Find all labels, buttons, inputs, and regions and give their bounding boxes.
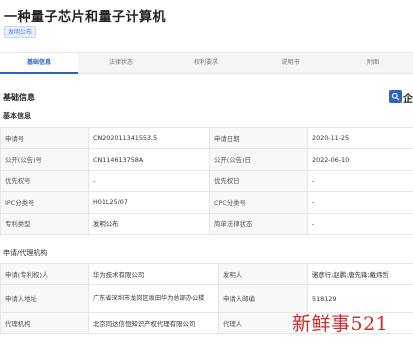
agency-link[interactable]: 北京同达信恒知识产权代理有限公司 bbox=[88, 312, 219, 334]
section-title-applicant: 申请/代理机构 bbox=[3, 249, 48, 257]
field-value: 2022-06-10 bbox=[307, 148, 413, 171]
applicant-link[interactable]: 华为技术有限公司 bbox=[88, 263, 219, 285]
field-label: 公开(公告)日 bbox=[209, 148, 308, 171]
status-badge: 发明公布 bbox=[4, 26, 37, 38]
watermark: 新鲜事521 bbox=[292, 305, 413, 339]
field-value: - bbox=[307, 169, 413, 193]
table-row: IPC分类号 H01L25/07 CPC分类号 - bbox=[0, 191, 413, 214]
field-label: 简单法律状态 bbox=[209, 212, 308, 235]
field-label: 申请日期 bbox=[209, 126, 308, 150]
tab-description[interactable]: 说明书 bbox=[248, 53, 333, 73]
field-value: 广东省深圳市龙岗区坂田华为总部办公楼 bbox=[88, 284, 219, 313]
field-value: H01L25/07 bbox=[88, 191, 210, 214]
field-label: 申请号 bbox=[0, 126, 89, 150]
watermark-text: 新鲜事521 bbox=[292, 312, 389, 335]
field-label: CPC分类号 bbox=[209, 191, 308, 214]
table-row: 优先权号 - 优先权日 - bbox=[0, 169, 413, 193]
tab-bar: 基础信息 法律状态 权利要求 说明书 附图 bbox=[0, 52, 413, 74]
table-row: 公开(公告)号 CN114613758A 公开(公告)日 2022-06-10 bbox=[0, 148, 413, 171]
field-value: CN114613758A bbox=[88, 148, 210, 171]
field-label: 申请人地址 bbox=[0, 284, 89, 313]
section-title-basic: 基础信息 bbox=[3, 93, 35, 102]
page-title: 一种量子芯片和量子计算机 bbox=[4, 10, 167, 25]
field-value: 2020-11-25 bbox=[307, 126, 413, 150]
field-label: 优先权日 bbox=[209, 169, 308, 193]
tab-claims[interactable]: 权利要求 bbox=[164, 53, 248, 73]
basic-info-table: 申请号 CN202011341553.5 申请日期 2020-11-25 公开(… bbox=[0, 126, 413, 235]
field-label: IPC分类号 bbox=[0, 191, 89, 214]
search-icon bbox=[391, 92, 400, 101]
field-label: 代理机构 bbox=[0, 312, 89, 334]
field-label: 优先权号 bbox=[0, 169, 89, 193]
field-value: - bbox=[307, 212, 413, 235]
field-value: 发明公布 bbox=[88, 212, 210, 235]
company-label[interactable]: 企 bbox=[403, 90, 413, 105]
field-value: - bbox=[307, 191, 413, 214]
field-value: 骆彦行;赵鹏;唐先锋;戴炜哲 bbox=[307, 263, 413, 285]
field-label: 公开(公告)号 bbox=[0, 148, 89, 171]
table-row: 申请(专利权)人 华为技术有限公司 发明人 骆彦行;赵鹏;唐先锋;戴炜哲 bbox=[0, 263, 413, 285]
tab-basic-info[interactable]: 基础信息 bbox=[0, 53, 78, 74]
tab-legal-status[interactable]: 法律状态 bbox=[78, 53, 164, 73]
field-value: - bbox=[88, 169, 210, 193]
field-label: 专利类型 bbox=[0, 212, 89, 235]
field-value: CN202011341553.5 bbox=[88, 126, 210, 150]
company-icon[interactable] bbox=[389, 90, 402, 103]
table-row: 申请号 CN202011341553.5 申请日期 2020-11-25 bbox=[0, 126, 413, 150]
tab-drawings[interactable]: 附图 bbox=[333, 53, 413, 73]
field-label: 申请(专利权)人 bbox=[0, 263, 89, 285]
field-label: 发明人 bbox=[218, 263, 308, 285]
table-row: 专利类型 发明公布 简单法律状态 - bbox=[0, 212, 413, 235]
section-title-base: 基本信息 bbox=[3, 112, 31, 120]
